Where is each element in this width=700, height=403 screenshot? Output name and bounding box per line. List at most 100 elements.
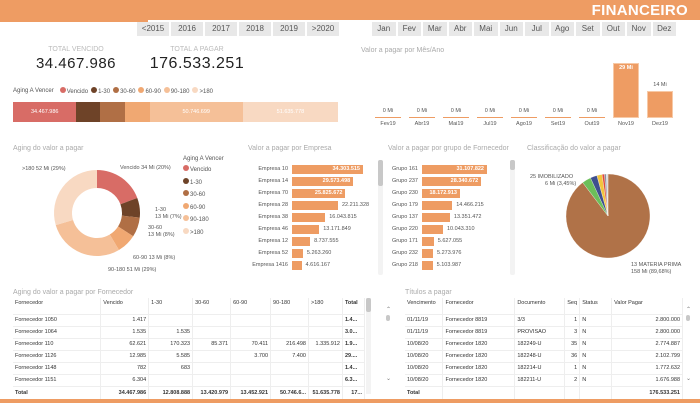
table-cell: 170.323	[148, 338, 194, 351]
table-row[interactable]: Fornecedor 1151 6.304 6.3...	[13, 374, 366, 387]
month-button[interactable]: Abr	[448, 22, 472, 36]
year-button[interactable]: 2018	[239, 22, 271, 36]
table-cell: PROVISAO	[514, 326, 566, 339]
table-row[interactable]: Fornecedor 1148 782 683 1.4...	[13, 362, 366, 375]
empresa-scrollbar[interactable]	[378, 160, 383, 275]
donut-legend-item[interactable]: 90-180	[183, 215, 224, 228]
month-button[interactable]: Out	[601, 22, 625, 36]
bar[interactable]	[292, 249, 303, 258]
table-row[interactable]: 10/08/20 Fornecedor 1820 182248-U 36 N 2.102.…	[405, 350, 683, 363]
bar[interactable]	[422, 201, 453, 210]
bar[interactable]	[422, 261, 433, 270]
month-button[interactable]: Jan	[372, 22, 396, 36]
aging-segment[interactable]	[124, 102, 150, 122]
column-header[interactable]: >180	[308, 298, 343, 315]
scroll-thumb[interactable]	[686, 315, 690, 321]
bar[interactable]	[292, 261, 302, 270]
aging-table-scrollbar[interactable]	[366, 298, 371, 394]
month-button[interactable]: Mai	[474, 22, 498, 36]
bar[interactable]	[422, 225, 443, 234]
year-button[interactable]: <2015	[137, 22, 169, 36]
column-header[interactable]: Fornecedor	[442, 298, 516, 315]
month-button[interactable]: Ago	[550, 22, 574, 36]
table-row[interactable]: Fornecedor 1126 12.985 5.585 3.700 7.400 29..…	[13, 350, 366, 363]
column-header[interactable]: Fornecedor	[13, 298, 102, 315]
month-bar[interactable]	[443, 117, 469, 118]
donut-legend-item[interactable]: 1-30	[183, 177, 224, 191]
legend-item[interactable]: 60-90	[138, 87, 161, 95]
table-row[interactable]: 01/11/19 Fornecedor 8819 PROVISAO 3 N 2.800.0…	[405, 326, 683, 339]
column-header[interactable]: 90-180	[270, 298, 309, 315]
month-bar[interactable]	[511, 117, 537, 118]
aging-segment[interactable]: 51.635.778	[242, 102, 338, 122]
month-button[interactable]: Dez	[652, 22, 676, 36]
month-bar[interactable]	[613, 63, 639, 118]
donut-legend-item[interactable]: Vencido	[183, 165, 224, 178]
month-bar[interactable]	[409, 117, 435, 118]
month-button[interactable]: Fev	[397, 22, 421, 36]
bar-value-label: 5.627.055	[437, 238, 463, 244]
bar[interactable]	[292, 201, 338, 210]
legend-item[interactable]: 1-30	[91, 87, 110, 95]
legend-item[interactable]: Vencido	[59, 87, 88, 95]
table-row[interactable]: 10/08/20 Fornecedor 1820 182211-U 2 N 1.676.9…	[405, 374, 683, 387]
scroll-up-icon[interactable]: ⌃	[686, 306, 691, 313]
column-header[interactable]: 60-90	[230, 298, 272, 315]
column-header[interactable]: Seq	[564, 298, 581, 315]
aging-segment[interactable]	[76, 102, 101, 122]
month-bar[interactable]	[477, 117, 503, 118]
column-header[interactable]: Vencido	[100, 298, 150, 315]
year-button[interactable]: 2016	[171, 22, 203, 36]
column-header[interactable]: Total	[342, 298, 366, 315]
aging-segment[interactable]: 34.467.986	[13, 102, 77, 122]
scroll-up-icon[interactable]: ⌃	[386, 306, 391, 313]
bar[interactable]	[422, 237, 434, 246]
table-row[interactable]: Fornecedor 1064 1.535 1.535 3.0...	[13, 326, 366, 339]
table-row[interactable]: 10/08/20 Fornecedor 1820 182249-U 35 N 2.774.…	[405, 338, 683, 351]
donut-legend-item[interactable]: 60-90	[183, 202, 224, 216]
aging-segment[interactable]	[100, 102, 125, 122]
month-bar[interactable]	[647, 91, 673, 118]
month-button[interactable]: Set	[576, 22, 600, 36]
year-button[interactable]: 2019	[273, 22, 305, 36]
bar[interactable]	[292, 213, 326, 222]
table-row[interactable]: 01/11/19 Fornecedor 8819 3/3 1 N 2.800.000	[405, 314, 683, 327]
year-button[interactable]: 2017	[205, 22, 237, 36]
bar-value-label: 29.573.498	[322, 178, 351, 184]
donut-slice[interactable]	[55, 220, 119, 256]
scroll-down-icon[interactable]: ⌄	[686, 375, 691, 382]
month-bar[interactable]	[545, 117, 571, 118]
scroll-thumb[interactable]	[378, 160, 383, 186]
aging-segment[interactable]: 50.746.699	[149, 102, 243, 122]
month-bar[interactable]	[375, 117, 401, 118]
bar[interactable]	[292, 237, 311, 246]
scroll-down-icon[interactable]: ⌄	[386, 375, 391, 382]
donut-slice[interactable]	[97, 170, 138, 205]
column-header[interactable]: 1-30	[148, 298, 194, 315]
bar[interactable]	[422, 249, 434, 258]
month-button[interactable]: Jul	[525, 22, 549, 36]
month-button[interactable]: Nov	[627, 22, 651, 36]
year-button[interactable]: >2020	[307, 22, 339, 36]
donut-legend-item[interactable]: 30-60	[183, 190, 224, 203]
column-header[interactable]: Documento	[514, 298, 566, 315]
column-header[interactable]: 30-60	[192, 298, 232, 315]
legend-item[interactable]: >180	[192, 87, 213, 95]
scroll-thumb[interactable]	[386, 315, 390, 321]
table-row[interactable]: Fornecedor 110 62.621 170.323 85.371 70.411 2…	[13, 338, 366, 351]
bar[interactable]	[422, 213, 450, 222]
legend-item[interactable]: 30-60	[113, 87, 135, 95]
legend-item[interactable]: 90-180	[163, 87, 189, 95]
month-bar[interactable]	[579, 117, 605, 118]
donut-slice[interactable]	[54, 170, 97, 226]
month-button[interactable]: Mar	[423, 22, 447, 36]
scroll-thumb[interactable]	[366, 298, 371, 312]
column-header[interactable]: Vencimento	[405, 298, 444, 315]
table-row[interactable]: Fornecedor 1050 1.417 1.4...	[13, 314, 366, 327]
month-button[interactable]: Jun	[499, 22, 523, 36]
table-row[interactable]: 10/08/20 Fornecedor 1820 182214-U 1 N 1.772.6…	[405, 362, 683, 375]
column-header[interactable]: Status	[579, 298, 613, 315]
column-header[interactable]: Valor Pagar	[611, 298, 683, 315]
donut-legend-item[interactable]: >180	[183, 227, 224, 241]
bar[interactable]	[292, 225, 320, 234]
